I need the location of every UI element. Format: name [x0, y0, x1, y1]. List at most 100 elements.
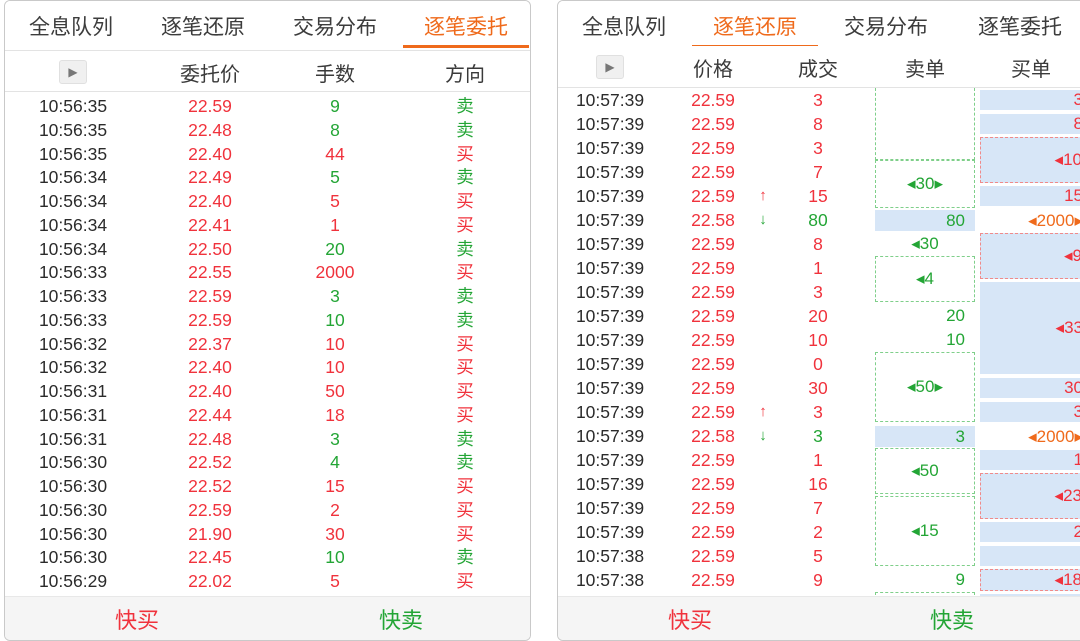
lots-cell: 20 [325, 238, 345, 259]
header-sell-orders[interactable]: 卖单 [870, 46, 980, 88]
direction-cell: 买 [456, 357, 474, 378]
deal-cell: 1 [813, 258, 823, 278]
left-tab-bar: 全息队列 逐笔还原 交易分布 逐笔委托 [5, 1, 530, 51]
price-cell: 22.59 [691, 498, 735, 518]
left-order-list[interactable]: 10:56:35 22.59 9 卖 10:56:35 22.48 8 卖 10:56:35 22… [5, 93, 530, 596]
sell-order-box: ◂30▸ [875, 160, 975, 208]
price-cell: 22.40 [188, 381, 232, 401]
direction-cell: 买 [456, 143, 474, 164]
time-cell: 10:57:39 [575, 330, 645, 350]
lots-cell: 5 [330, 191, 340, 211]
sell-order-box: ◂4 [875, 256, 975, 302]
price-cell: 22.45 [188, 547, 232, 568]
sell-order-partial: ◂30 [911, 234, 939, 253]
lots-cell: 9 [330, 96, 340, 116]
direction-cell: 买 [456, 333, 474, 354]
buy-order-box: ◂10 [980, 137, 1080, 183]
buy-order-box: ◂9 [980, 233, 1080, 279]
lots-cell: 3 [330, 286, 340, 306]
play-icon[interactable]: ▶ [596, 55, 624, 79]
direction-cell: 卖 [456, 452, 474, 473]
tab-tick-orders[interactable]: 逐笔委托 [954, 1, 1080, 51]
time-cell: 10:57:39 [575, 210, 645, 230]
header-lots[interactable]: 手数 [275, 52, 395, 92]
time-cell: 10:57:39 [575, 258, 645, 278]
direction-cell: 卖 [456, 96, 474, 116]
price-cell: 22.59 [691, 234, 735, 254]
time-cell: 10:57:39 [575, 234, 645, 254]
deal-cell: 3 [813, 426, 823, 446]
price-cell: 22.48 [188, 428, 232, 449]
time-cell: 10:57:39 [575, 450, 645, 470]
sell-order-fill: 80 [875, 210, 975, 231]
price-cell: 22.37 [188, 333, 232, 354]
tab-tick-restore[interactable]: 逐笔还原 [692, 1, 818, 51]
lots-cell: 10 [325, 333, 345, 354]
quick-buy-button[interactable]: 快买 [590, 597, 790, 640]
table-row: 10:56:30 21.90 30 买 [5, 522, 530, 546]
table-row: 10:56:34 22.40 5 买 [5, 189, 530, 213]
deal-cell: 8 [813, 234, 823, 254]
play-icon[interactable]: ▶ [59, 60, 87, 84]
price-cell: 22.48 [188, 119, 232, 140]
lots-cell: 30 [325, 523, 345, 544]
header-price[interactable]: 价格 [658, 46, 768, 88]
lots-cell: 2000 [315, 262, 355, 283]
deal-cell: 16 [808, 474, 828, 494]
buy-order-large: ◂2000▸ [980, 426, 1080, 447]
time-cell: 10:56:30 [38, 523, 108, 544]
time-cell: 10:56:35 [38, 119, 108, 140]
table-row: 10:56:34 22.49 5 卖 [5, 165, 530, 189]
price-cell: 22.52 [188, 452, 232, 473]
lots-cell: 10 [325, 357, 345, 378]
deal-cell: 7 [813, 162, 823, 182]
table-row: 10:56:32 22.40 10 买 [5, 355, 530, 379]
time-cell: 10:57:39 [575, 282, 645, 302]
direction-cell: 卖 [456, 428, 474, 449]
quick-sell-button[interactable]: 快卖 [301, 597, 501, 640]
direction-cell: 买 [456, 381, 474, 401]
price-cell: 21.90 [188, 523, 232, 544]
right-tick-list[interactable]: 10:57:38 22.59 9 10:57:38 22.59 5 10:57:39 22.5… [558, 88, 1080, 596]
tab-trade-distribution[interactable]: 交易分布 [820, 1, 952, 51]
lots-cell: 10 [325, 547, 345, 568]
price-cell: 22.59 [188, 499, 232, 520]
time-cell: 10:57:39 [575, 378, 645, 398]
header-direction[interactable]: 方向 [405, 52, 525, 92]
tab-full-queue[interactable]: 全息队列 [558, 1, 690, 51]
tab-tick-restore[interactable]: 逐笔还原 [137, 1, 269, 51]
buy-order-large: ◂2000▸ [980, 210, 1080, 231]
quick-sell-button[interactable]: 快卖 [852, 597, 1052, 640]
header-buy-orders[interactable]: 买单 [976, 46, 1080, 88]
tab-full-queue[interactable]: 全息队列 [5, 1, 137, 51]
time-cell: 10:56:30 [38, 476, 108, 496]
header-deal[interactable]: 成交 [763, 46, 873, 88]
lots-cell: 50 [325, 381, 345, 401]
header-order-price[interactable]: 委托价 [150, 52, 270, 92]
right-tab-bar: 全息队列 逐笔还原 交易分布 逐笔委托 [558, 1, 1080, 51]
price-cell: 22.58 [691, 426, 735, 446]
price-cell: 22.44 [188, 404, 232, 425]
deal-cell: 3 [813, 282, 823, 302]
lots-cell: 3 [330, 428, 340, 449]
price-cell: 22.59 [691, 474, 735, 494]
tab-tick-orders[interactable]: 逐笔委托 [403, 1, 529, 51]
right-column-header: ▶ 价格 成交 卖单 买单 [558, 46, 1080, 88]
price-cell: 22.59 [691, 306, 735, 326]
buy-order-fill: 3 [980, 402, 1080, 422]
quick-buy-button[interactable]: 快买 [37, 597, 237, 640]
deal-cell: 8 [813, 114, 823, 134]
time-cell: 10:57:39 [575, 474, 645, 494]
price-cell: 22.59 [691, 282, 735, 302]
direction-cell: 卖 [456, 547, 474, 568]
time-cell: 10:56:33 [38, 309, 108, 330]
time-cell: 10:57:39 [575, 138, 645, 158]
direction-cell: 买 [456, 214, 474, 235]
deal-cell: 2 [813, 522, 823, 542]
deal-cell: 20 [808, 306, 828, 326]
lots-cell: 8 [330, 119, 340, 140]
tab-trade-distribution[interactable]: 交易分布 [269, 1, 401, 51]
deal-cell: 10 [808, 330, 828, 350]
sell-order-value: 9 [955, 570, 965, 589]
time-cell: 10:56:35 [38, 143, 108, 164]
